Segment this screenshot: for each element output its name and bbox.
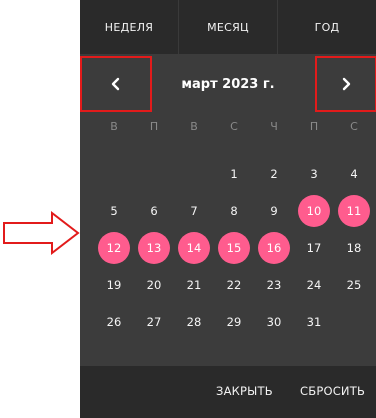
day-cell[interactable]: 11 bbox=[334, 192, 374, 229]
day-number: 6 bbox=[150, 203, 158, 218]
day-cell[interactable]: 30 bbox=[254, 303, 294, 340]
weekday-header: В П В С Ч П С bbox=[94, 120, 374, 140]
weekday-label: П bbox=[309, 120, 319, 133]
day-cell[interactable]: 26 bbox=[94, 303, 134, 340]
weekday-label: В bbox=[190, 120, 198, 133]
day-number: 27 bbox=[146, 314, 162, 329]
day-number: 24 bbox=[306, 277, 322, 292]
day-cell[interactable]: 16 bbox=[254, 229, 294, 266]
footer-bar: ЗАКРЫТЬ СБРОСИТЬ bbox=[80, 366, 376, 418]
day-number: 26 bbox=[106, 314, 122, 329]
empty-day-cell bbox=[334, 303, 374, 340]
day-number: 10 bbox=[298, 194, 330, 227]
day-cell[interactable]: 24 bbox=[294, 266, 334, 303]
day-cell[interactable]: 17 bbox=[294, 229, 334, 266]
weekday-label: С bbox=[230, 120, 238, 133]
day-cell[interactable]: 13 bbox=[134, 229, 174, 266]
view-tabs: НЕДЕЛЯ МЕСЯЦ ГОД bbox=[80, 0, 376, 54]
days-grid: 1 2 3 4 5 6 7 8 9 10 11 12 13 14 15 16 17 18 19 20 21 22 23 24 2… bbox=[94, 155, 374, 340]
day-cell[interactable]: 22 bbox=[214, 266, 254, 303]
day-number: 22 bbox=[226, 277, 242, 292]
day-cell[interactable]: 5 bbox=[94, 192, 134, 229]
day-cell[interactable]: 21 bbox=[174, 266, 214, 303]
day-number: 13 bbox=[138, 231, 170, 264]
day-cell[interactable]: 3 bbox=[294, 155, 334, 192]
day-number: 11 bbox=[338, 194, 370, 227]
date-picker: НЕДЕЛЯ МЕСЯЦ ГОД март 2023 г. В П В С Ч … bbox=[80, 0, 376, 418]
day-cell[interactable]: 14 bbox=[174, 229, 214, 266]
day-number: 20 bbox=[146, 277, 162, 292]
day-cell[interactable]: 1 bbox=[214, 155, 254, 192]
prev-month-button[interactable] bbox=[80, 56, 152, 112]
day-cell[interactable]: 31 bbox=[294, 303, 334, 340]
day-number: 5 bbox=[110, 203, 118, 218]
day-cell[interactable]: 10 bbox=[294, 192, 334, 229]
day-number: 29 bbox=[226, 314, 242, 329]
day-cell[interactable]: 23 bbox=[254, 266, 294, 303]
reset-button[interactable]: СБРОСИТЬ bbox=[300, 384, 365, 398]
day-number: 2 bbox=[270, 166, 278, 181]
chevron-left-icon bbox=[111, 77, 120, 91]
day-cell[interactable]: 8 bbox=[214, 192, 254, 229]
day-number: 19 bbox=[106, 277, 122, 292]
day-number: 12 bbox=[98, 231, 130, 264]
day-cell[interactable]: 28 bbox=[174, 303, 214, 340]
day-number: 14 bbox=[178, 231, 210, 264]
day-number: 15 bbox=[218, 231, 250, 264]
day-number: 8 bbox=[230, 203, 238, 218]
day-number: 4 bbox=[350, 166, 358, 181]
day-number: 9 bbox=[270, 203, 278, 218]
tab-year[interactable]: ГОД bbox=[278, 0, 376, 54]
day-number: 7 bbox=[190, 203, 198, 218]
day-cell[interactable]: 2 bbox=[254, 155, 294, 192]
empty-day-cell bbox=[174, 155, 214, 192]
day-cell[interactable]: 6 bbox=[134, 192, 174, 229]
empty-day-cell bbox=[94, 155, 134, 192]
day-number: 3 bbox=[310, 166, 318, 181]
day-number: 1 bbox=[230, 166, 238, 181]
day-number: 28 bbox=[186, 314, 202, 329]
annotation-arrow-icon bbox=[3, 211, 80, 255]
month-title: март 2023 г. bbox=[181, 76, 275, 92]
day-cell[interactable]: 15 bbox=[214, 229, 254, 266]
close-button[interactable]: ЗАКРЫТЬ bbox=[216, 384, 273, 398]
day-cell[interactable]: 27 bbox=[134, 303, 174, 340]
day-number: 18 bbox=[346, 240, 362, 255]
weekday-label: П bbox=[149, 120, 159, 133]
day-cell[interactable]: 18 bbox=[334, 229, 374, 266]
day-cell[interactable]: 25 bbox=[334, 266, 374, 303]
day-cell[interactable]: 29 bbox=[214, 303, 254, 340]
chevron-right-icon bbox=[342, 77, 351, 91]
day-cell[interactable]: 20 bbox=[134, 266, 174, 303]
day-number: 21 bbox=[186, 277, 202, 292]
tab-week[interactable]: НЕДЕЛЯ bbox=[80, 0, 179, 54]
day-cell[interactable]: 9 bbox=[254, 192, 294, 229]
weekday-label: В bbox=[110, 120, 118, 133]
day-number: 23 bbox=[266, 277, 282, 292]
day-cell[interactable]: 4 bbox=[334, 155, 374, 192]
next-month-button[interactable] bbox=[315, 56, 376, 112]
day-number: 30 bbox=[266, 314, 282, 329]
day-cell[interactable]: 7 bbox=[174, 192, 214, 229]
day-cell[interactable]: 19 bbox=[94, 266, 134, 303]
tab-month[interactable]: МЕСЯЦ bbox=[179, 0, 278, 54]
weekday-label: Ч bbox=[270, 120, 278, 133]
day-number: 31 bbox=[306, 314, 322, 329]
day-number: 25 bbox=[346, 277, 362, 292]
day-number: 16 bbox=[258, 231, 290, 264]
empty-day-cell bbox=[134, 155, 174, 192]
weekday-label: С bbox=[350, 120, 358, 133]
day-number: 17 bbox=[306, 240, 322, 255]
day-cell[interactable]: 12 bbox=[94, 229, 134, 266]
